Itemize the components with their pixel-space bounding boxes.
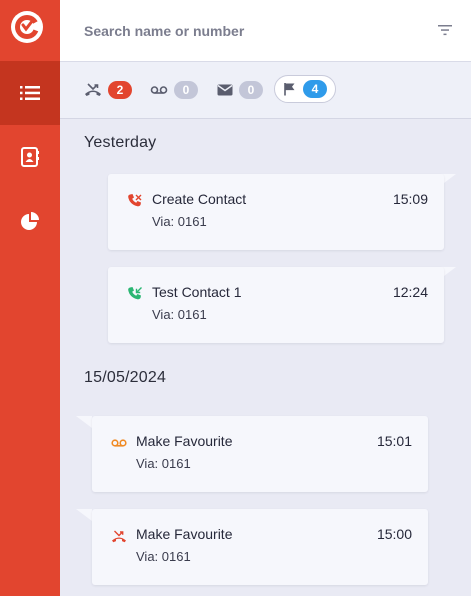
search-input[interactable] xyxy=(82,18,416,44)
filter-icon[interactable] xyxy=(437,22,453,38)
nav-contacts[interactable] xyxy=(0,125,60,189)
contacts-book-icon xyxy=(21,147,39,167)
messages-filter[interactable]: 0 xyxy=(217,78,263,102)
section-title: Yesterday xyxy=(84,134,157,151)
list-icon xyxy=(20,86,40,100)
call-item[interactable]: Make Favourite 15:00 Via: 0161 xyxy=(92,509,428,585)
contact-name: Create Contact xyxy=(152,191,247,207)
filter-bar: 2 0 0 4 xyxy=(60,62,471,119)
app-logo-icon[interactable] xyxy=(10,10,44,44)
call-item[interactable]: Create Contact 15:09 Via: 0161 xyxy=(108,174,444,250)
call-item[interactable]: Make Favourite 15:01 Via: 0161 xyxy=(92,416,428,492)
nav-reports[interactable] xyxy=(0,189,60,253)
missed-calls-count: 2 xyxy=(108,81,132,99)
search-bar xyxy=(60,0,471,62)
missed-call-icon xyxy=(85,83,101,96)
card-tail xyxy=(76,416,92,428)
section-title: 15/05/2024 xyxy=(84,369,167,386)
card-tail xyxy=(76,509,92,521)
call-via: Via: 0161 xyxy=(152,307,207,322)
messages-count: 0 xyxy=(239,81,263,99)
call-time: 12:24 xyxy=(392,284,428,300)
call-time: 15:01 xyxy=(376,433,412,449)
outgoing-call-missed-icon xyxy=(128,194,142,207)
voicemail-count: 0 xyxy=(174,81,198,99)
incoming-call-icon xyxy=(128,287,142,300)
message-icon xyxy=(217,84,233,96)
flag-icon xyxy=(284,83,295,96)
flagged-count: 4 xyxy=(303,80,327,98)
call-via: Via: 0161 xyxy=(152,214,207,229)
voicemail-icon xyxy=(111,439,127,447)
missed-call-icon xyxy=(112,530,126,543)
contact-name: Test Contact 1 xyxy=(152,284,242,300)
missed-calls-filter[interactable]: 2 xyxy=(84,78,132,102)
voicemail-filter[interactable]: 0 xyxy=(150,78,198,102)
call-via: Via: 0161 xyxy=(136,456,191,471)
nav-call-history[interactable] xyxy=(0,61,60,125)
contact-name: Make Favourite xyxy=(136,433,233,449)
call-time: 15:09 xyxy=(392,191,428,207)
flagged-filter[interactable]: 4 xyxy=(274,75,336,103)
voicemail-icon xyxy=(150,86,168,94)
call-time: 15:00 xyxy=(376,526,412,542)
pie-chart-icon xyxy=(21,212,39,230)
sidebar xyxy=(0,0,60,596)
contact-name: Make Favourite xyxy=(136,526,233,542)
call-item[interactable]: Test Contact 1 12:24 Via: 0161 xyxy=(108,267,444,343)
call-via: Via: 0161 xyxy=(136,549,191,564)
